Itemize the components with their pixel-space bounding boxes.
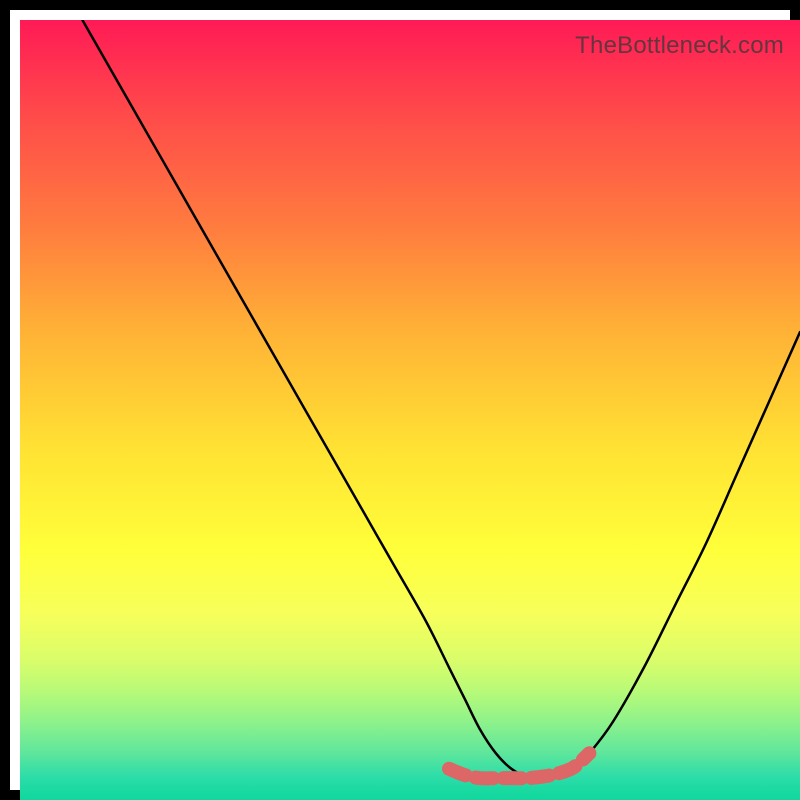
plot-area: TheBottleneck.com xyxy=(20,20,800,800)
highlight-segment xyxy=(449,753,589,778)
bottleneck-curve xyxy=(82,20,800,777)
watermark-text: TheBottleneck.com xyxy=(575,32,784,60)
chart-frame: TheBottleneck.com xyxy=(0,0,800,800)
chart-overlay xyxy=(20,20,800,800)
